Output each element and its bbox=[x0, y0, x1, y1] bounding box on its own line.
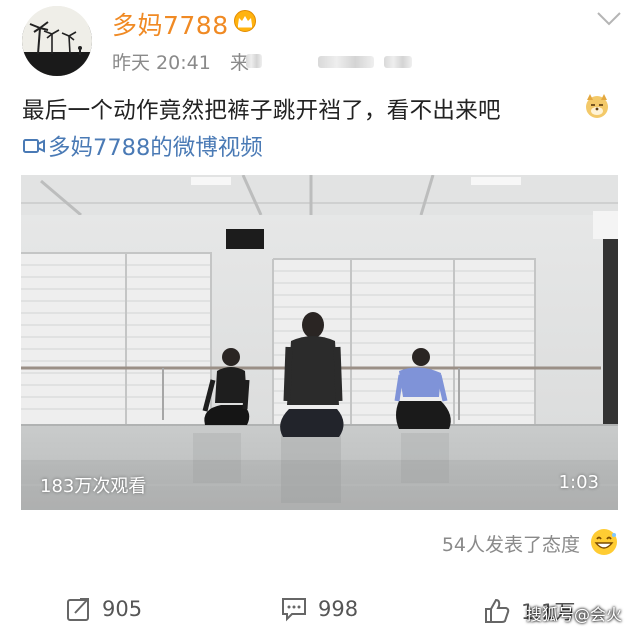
repost-count: 905 bbox=[102, 597, 143, 621]
video-camera-icon bbox=[23, 139, 45, 153]
comment-icon bbox=[282, 598, 306, 622]
avatar[interactable] bbox=[22, 6, 92, 76]
repost-button[interactable]: 905 bbox=[66, 596, 142, 622]
weibo-post: 多妈7788 昨天 20:41 来 最后一个动作竟然把裤子跳开裆了，看不出来吧 … bbox=[0, 0, 640, 634]
video-link[interactable]: 多妈7788的微博视频 bbox=[22, 130, 263, 162]
comment-count: 998 bbox=[318, 597, 359, 621]
video-link-label: 多妈7788的微博视频 bbox=[48, 135, 263, 161]
comment-button[interactable]: 998 bbox=[280, 596, 358, 622]
laugh-emoji-icon bbox=[591, 529, 617, 555]
redacted-source-2 bbox=[318, 56, 374, 68]
thumbs-up-icon bbox=[485, 598, 510, 623]
doge-emoji-icon bbox=[586, 94, 608, 118]
video-player[interactable]: 183万次观看 1:03 bbox=[21, 175, 618, 510]
reactions-summary[interactable]: 54人发表了态度 bbox=[442, 530, 580, 557]
video-duration: 1:03 bbox=[558, 472, 599, 493]
redacted-source bbox=[246, 54, 262, 68]
username[interactable]: 多妈7788 bbox=[112, 6, 229, 42]
post-time: 昨天 20:41 bbox=[112, 52, 211, 74]
repost-icon bbox=[67, 598, 89, 621]
chevron-down-icon[interactable] bbox=[596, 10, 622, 28]
post-text: 最后一个动作竟然把裤子跳开裆了，看不出来吧 bbox=[22, 98, 501, 124]
crown-icon bbox=[234, 10, 256, 32]
view-count: 183万次观看 bbox=[40, 476, 147, 497]
redacted-source-3 bbox=[384, 56, 412, 68]
watermark: 搜狐号@会火 bbox=[526, 605, 623, 624]
